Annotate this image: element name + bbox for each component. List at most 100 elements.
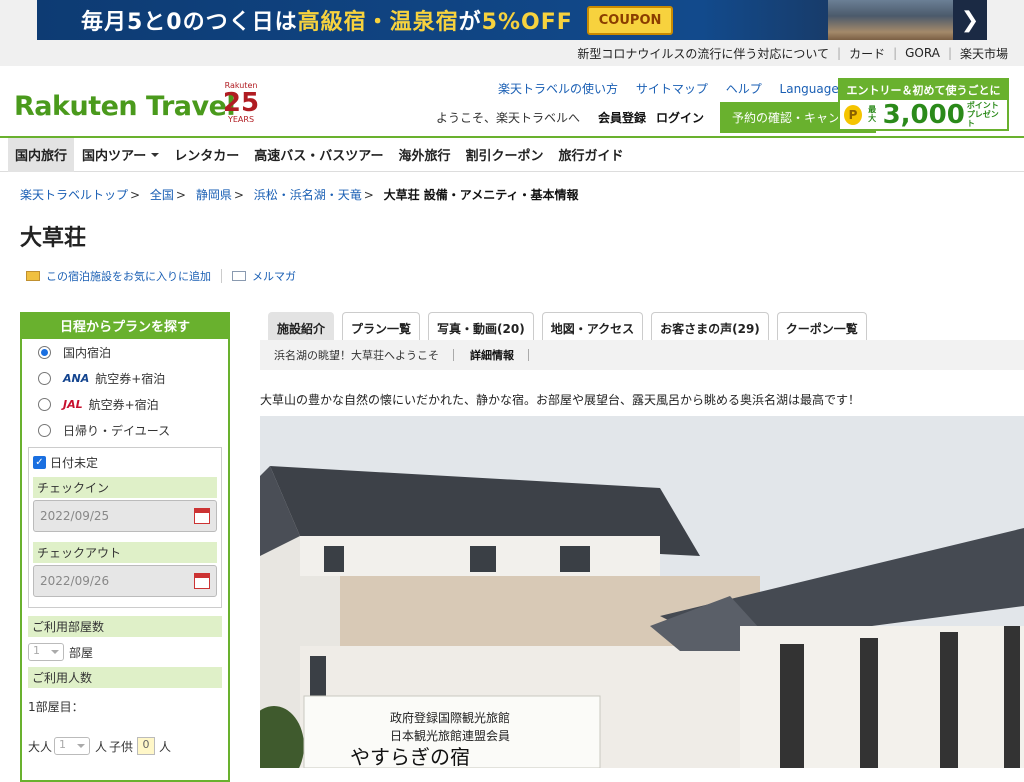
promo-banner[interactable]: 毎月5と0のつく日は高級宿・温泉宿が5%OFF COUPON ❯ xyxy=(37,0,987,40)
gnav-domestic[interactable]: 国内旅行 xyxy=(8,137,75,172)
anniversary-logo: Rakuten 25 YEARS xyxy=(222,82,260,124)
crumb-prefecture[interactable]: 静岡県 xyxy=(196,188,232,202)
banner-text-prefix: 毎月5と0のつく日は xyxy=(81,10,298,35)
option-dayuse-label: 日帰り・デイユース xyxy=(63,423,171,438)
subtab-welcome[interactable]: 浜名湖の眺望！大草荘へようこそ xyxy=(274,347,439,363)
coupon-badge: COUPON xyxy=(586,5,674,35)
header-account-row: ようこそ、楽天トラベルへ 会員登録 ログイン 予約の確認・キャンセル xyxy=(436,102,877,133)
global-nav: 国内旅行 国内ツアー レンタカー 高速バス・バスツアー 海外旅行 割引クーポン … xyxy=(0,137,1024,172)
register-link[interactable]: 会員登録 xyxy=(598,109,646,126)
how-to-use-link[interactable]: 楽天トラベルの使い方 xyxy=(498,82,618,96)
promo-suffix: ポイント プレゼント xyxy=(966,101,1003,128)
jal-logo: JAL xyxy=(63,397,83,411)
calendar-icon[interactable] xyxy=(194,508,210,524)
banner-next-arrow-icon[interactable]: ❯ xyxy=(953,0,987,40)
covid-notice-link[interactable]: 新型コロナウイルスの流行に伴う対応について xyxy=(577,45,829,62)
points-promo-banner[interactable]: エントリー＆初めて使うごとに P 最大 3,000 ポイント プレゼント xyxy=(838,78,1009,131)
crumb-current: 大草荘 設備・アメニティ・基本情報 xyxy=(383,188,579,202)
banner-text-highlight: 高級宿・温泉宿 xyxy=(297,10,459,35)
gnav-guide[interactable]: 旅行ガイド xyxy=(552,137,631,172)
crumb-sep: > xyxy=(175,188,186,202)
utility-bar: 新型コロナウイルスの流行に伴う対応について | カード | GORA | 楽天市… xyxy=(0,40,1024,66)
search-sidebar: 日程からプランを探す 国内宿泊 ANA 航空券+宿泊 JAL 航空券+宿泊 日帰… xyxy=(20,312,230,782)
crumb-sep: > xyxy=(130,188,141,202)
crumb-top[interactable]: 楽天トラベルトップ xyxy=(20,188,128,202)
room1-label: 1部屋目： xyxy=(28,700,84,714)
header-nav: 楽天トラベルの使い方 サイトマップ ヘルプ Languages xyxy=(498,80,871,97)
checkin-value: 2022/09/25 xyxy=(40,509,110,523)
checkout-label: チェックアウト xyxy=(33,542,217,563)
checkout-input[interactable]: 2022/09/26 xyxy=(33,565,217,597)
option-jal-label: 航空券+宿泊 xyxy=(88,397,159,412)
option-jal[interactable]: JAL 航空券+宿泊 xyxy=(22,391,228,417)
option-ana[interactable]: ANA 航空券+宿泊 xyxy=(22,365,228,391)
site-header: Rakuten Travel Rakuten 25 YEARS 楽天トラベルの使… xyxy=(0,66,1024,138)
rakuten-travel-logo[interactable]: Rakuten Travel xyxy=(14,91,236,122)
child-input[interactable]: 0 xyxy=(137,737,156,755)
option-dayuse[interactable]: 日帰り・デイユース xyxy=(22,417,228,443)
promo-top-text: エントリー＆初めて使うごとに xyxy=(840,80,1007,100)
rooms-label: ご利用部屋数 xyxy=(28,616,222,637)
radio-jal[interactable] xyxy=(38,397,51,411)
card-link[interactable]: カード xyxy=(849,45,885,62)
rooms-select[interactable]: 1 xyxy=(28,643,64,661)
date-undecided-row[interactable]: ✓ 日付未定 xyxy=(33,454,217,471)
util-separator: | xyxy=(893,46,898,60)
mail-icon xyxy=(232,271,246,281)
rakuten-ichiba-link[interactable]: 楽天市場 xyxy=(960,45,1008,62)
tab-plans[interactable]: プラン一覧 xyxy=(342,312,421,343)
gnav-bus[interactable]: 高速バス・バスツアー xyxy=(247,137,390,172)
date-box: ✓ 日付未定 チェックイン 2022/09/25 チェックアウト 2022/09… xyxy=(28,447,222,608)
option-domestic[interactable]: 国内宿泊 xyxy=(22,339,228,365)
gnav-rentacar[interactable]: レンタカー xyxy=(167,137,246,172)
sitemap-link[interactable]: サイトマップ xyxy=(636,82,708,96)
gnav-overseas[interactable]: 海外旅行 xyxy=(392,137,458,172)
gnav-domestic-tour[interactable]: 国内ツアー xyxy=(75,137,166,172)
ad-banner-area: 毎月5と0のつく日は高級宿・温泉宿が5%OFF COUPON ❯ xyxy=(0,0,1024,40)
ana-logo: ANA xyxy=(63,371,90,385)
option-ana-label: 航空券+宿泊 xyxy=(95,371,166,386)
rooms-unit: 部屋 xyxy=(69,645,94,660)
banner-headline: 毎月5と0のつく日は高級宿・温泉宿が5%OFF xyxy=(37,4,573,36)
favorite-icon xyxy=(26,271,40,281)
welcome-text: ようこそ、楽天トラベルへ xyxy=(436,111,581,125)
date-undecided-checkbox[interactable]: ✓ xyxy=(33,456,46,469)
promo-prefix: 最大 xyxy=(868,105,877,124)
point-coin-icon: P xyxy=(844,105,863,126)
date-undecided-label: 日付未定 xyxy=(50,456,99,470)
crumb-sep: > xyxy=(363,188,374,202)
rooms-row: 1 部屋 xyxy=(28,643,222,661)
promo-suffix-1: ポイント xyxy=(966,101,999,110)
calendar-icon[interactable] xyxy=(194,573,210,589)
facility-photo-illustration: 政府登録国際観光旅館 日本観光旅館連盟会員 やすらぎの宿 xyxy=(260,416,1024,768)
subtabs: 浜名湖の眺望！大草荘へようこそ 詳細情報 xyxy=(260,340,1024,370)
mailmag-link[interactable]: メルマガ xyxy=(252,268,296,284)
rooms-section: ご利用部屋数 1 部屋 ご利用人数 1部屋目： 大人 1 人 子供 0 人 xyxy=(28,616,222,755)
adult-unit: 人 xyxy=(95,739,108,754)
checkin-input[interactable]: 2022/09/25 xyxy=(33,500,217,532)
checkin-label: チェックイン xyxy=(33,477,217,498)
util-separator: | xyxy=(947,46,952,60)
promo-amount: 3,000 xyxy=(882,100,965,131)
sign-line3: やすらぎの宿 xyxy=(350,745,470,768)
crumb-all[interactable]: 全国 xyxy=(150,188,174,202)
gora-link[interactable]: GORA xyxy=(905,46,940,60)
tab-map[interactable]: 地図・アクセス xyxy=(541,312,644,343)
crumb-area[interactable]: 浜松・浜名湖・天竜 xyxy=(254,188,362,202)
gnav-coupon[interactable]: 割引クーポン xyxy=(459,137,551,172)
radio-ana[interactable] xyxy=(38,371,51,385)
radio-dayuse[interactable] xyxy=(38,423,51,437)
radio-domestic[interactable] xyxy=(38,345,51,359)
adult-select[interactable]: 1 xyxy=(54,737,91,755)
tab-facility-intro[interactable]: 施設紹介 xyxy=(268,312,335,343)
banner-text-mid: が xyxy=(458,10,482,35)
login-link[interactable]: ログイン xyxy=(656,109,704,126)
tab-coupons[interactable]: クーポン一覧 xyxy=(776,312,867,343)
facility-photo: 政府登録国際観光旅館 日本観光旅館連盟会員 やすらぎの宿 xyxy=(260,416,1024,768)
add-favorite-link[interactable]: この宿泊施設をお気に入りに追加 xyxy=(46,268,211,284)
banner-discount: 5%OFF xyxy=(481,10,573,35)
subtab-detail[interactable]: 詳細情報 xyxy=(470,347,514,363)
help-link[interactable]: ヘルプ xyxy=(726,82,762,96)
tab-reviews[interactable]: お客さまの声(29) xyxy=(651,312,769,343)
tab-photos[interactable]: 写真・動画(20) xyxy=(428,312,534,343)
